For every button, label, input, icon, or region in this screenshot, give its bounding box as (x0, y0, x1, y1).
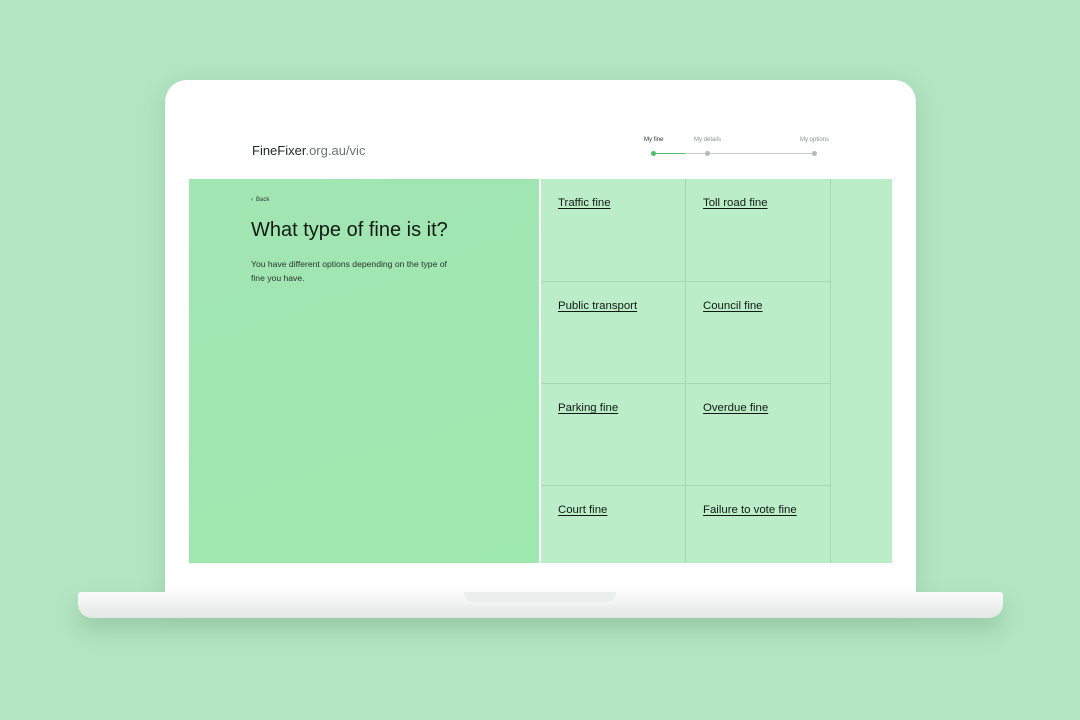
site-logo[interactable]: FineFixer.org.au/vic (252, 143, 365, 158)
fine-option-council[interactable]: Council fine (686, 282, 831, 384)
fine-type-grid: Traffic fine Toll road fine Public trans… (541, 179, 892, 563)
step-label-my-fine: My fine (644, 137, 664, 143)
fine-option-toll-road[interactable]: Toll road fine (686, 179, 831, 282)
back-link[interactable]: ‹ Back (251, 197, 269, 203)
fine-option-failure-to-vote[interactable]: Failure to vote fine (686, 486, 831, 563)
step-dot-my-details (705, 151, 710, 156)
fine-option-link[interactable]: Failure to vote fine (703, 504, 797, 516)
laptop-base (78, 592, 1003, 618)
brand-name: FineFixer (252, 143, 306, 158)
fine-option-link[interactable]: Court fine (558, 504, 607, 516)
step-dot-my-options (812, 151, 817, 156)
fine-option-parking[interactable]: Parking fine (541, 384, 686, 486)
step-label-my-options: My options (800, 137, 830, 143)
fine-option-link[interactable]: Council fine (703, 300, 763, 312)
step-label-my-details: My details (694, 137, 722, 143)
question-panel: ‹ Back What type of fine is it? You have … (189, 179, 539, 563)
chevron-left-icon: ‹ (251, 197, 253, 203)
progress-stepper: My fine My details My options (640, 134, 835, 164)
fine-option-traffic[interactable]: Traffic fine (541, 179, 686, 282)
fine-option-public-transport[interactable]: Public transport (541, 282, 686, 384)
fine-option-link[interactable]: Public transport (558, 300, 637, 312)
page-title: What type of fine is it? (251, 219, 448, 241)
brand-domain: .org.au/vic (305, 143, 366, 158)
fine-option-link[interactable]: Overdue fine (703, 402, 768, 414)
laptop-notch (464, 592, 616, 602)
fine-option-link[interactable]: Parking fine (558, 402, 618, 414)
fine-option-court[interactable]: Court fine (541, 486, 686, 563)
step-dot-my-fine (651, 151, 656, 156)
fine-option-link[interactable]: Traffic fine (558, 197, 611, 209)
fine-option-link[interactable]: Toll road fine (703, 197, 768, 209)
back-label: Back (256, 197, 270, 203)
mockup-stage: FineFixer.org.au/vic My fine My details … (0, 0, 1080, 720)
fine-option-overdue[interactable]: Overdue fine (686, 384, 831, 486)
progress-track-fill (653, 153, 685, 154)
page-description: You have different options depending on … (251, 259, 447, 283)
